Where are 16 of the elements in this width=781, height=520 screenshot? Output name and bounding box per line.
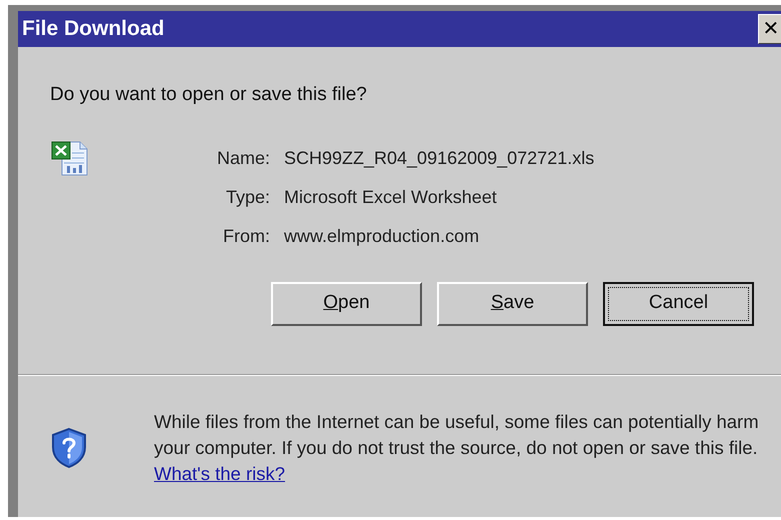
field-label: Name: <box>216 146 270 170</box>
close-button[interactable]: ✕ <box>758 14 781 44</box>
field-value: www.elmproduction.com <box>283 224 480 248</box>
risk-link[interactable]: What's the risk? <box>154 462 286 484</box>
field-value: SCH99ZZ_R04_09162009_072721.xls <box>283 146 596 170</box>
dialog-button[interactable]: Open <box>271 282 422 326</box>
spreadsheet-file-icon <box>50 138 90 176</box>
field-label: Type: <box>224 186 270 209</box>
field-label: From: <box>222 224 270 248</box>
question-text: Do you want to open or save this file? <box>50 83 368 107</box>
shield-icon <box>50 426 88 468</box>
warning-text: While files from the Internet can be useful, some files can potentially harm your computer. If you do not trust the source, do not open or save this file. What's the risk? <box>154 410 760 486</box>
dialog-button[interactable]: Save <box>437 282 588 326</box>
field-value: Microsoft Excel Worksheet <box>283 186 498 208</box>
window-title: File Download <box>21 16 164 42</box>
dialog-button[interactable]: Cancel <box>603 282 754 326</box>
